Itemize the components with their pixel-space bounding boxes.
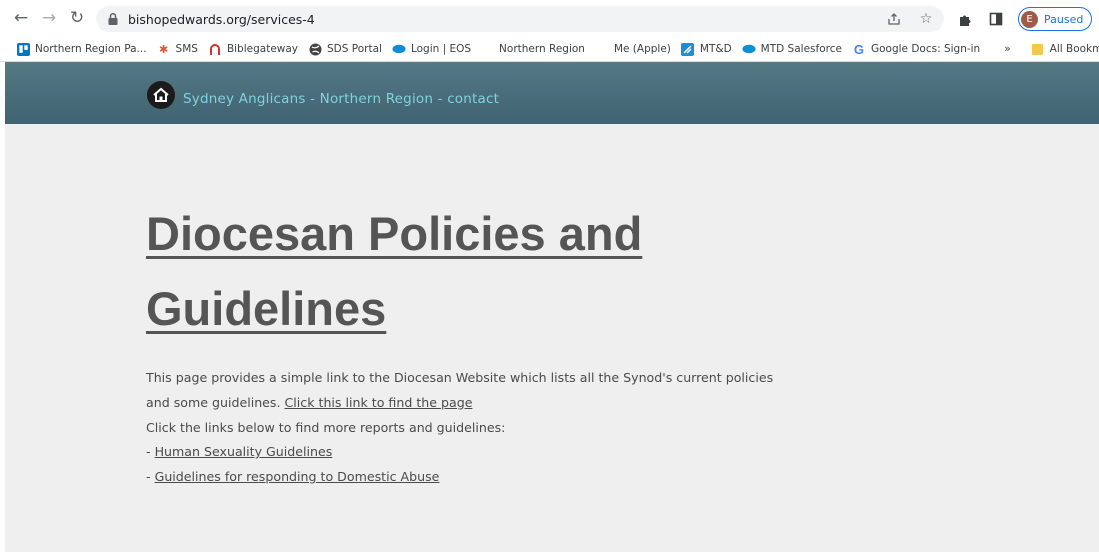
main-content: Diocesan Policies and Guidelines This pa… [5,124,1099,552]
back-icon[interactable]: ← [8,5,34,31]
globe-icon [308,42,322,56]
url-text[interactable]: bishopedwards.org/services-4 [128,12,315,27]
bookmark-sms[interactable]: ✱ SMS [157,42,198,56]
page-title-line-1: Diocesan Policies and [146,207,643,260]
site-header: Sydney Anglicans - Northern Region - con… [5,62,1099,124]
bookmark-login-eos[interactable]: Login | EOS [392,42,471,56]
all-bookmarks-button[interactable]: All Bookmarks [1031,42,1099,56]
biblegateway-icon [208,42,222,56]
nav-contact-link[interactable]: - contact [438,91,499,107]
sms-icon: ✱ [158,42,169,56]
bookmark-label: SDS Portal [327,43,382,55]
bookmark-label: Me (Apple) [613,43,671,55]
bookmark-northern-region-pa[interactable]: Northern Region Pa... [16,42,147,56]
list-item: - Human Sexuality Guidelines [146,440,796,465]
list-item: - Guidelines for responding to Domestic … [146,465,796,490]
list-dash: - [146,444,155,460]
bookmark-label: Google Docs: Sign-in [870,43,981,55]
overflow-label: » [1004,43,1011,55]
list-dash: - [146,469,155,485]
lock-icon[interactable] [106,12,120,26]
bookmark-label: Northern Region [499,43,585,55]
bookmarks-bar: Northern Region Pa... ✱ SMS Biblegateway… [0,37,1099,62]
google-icon: G [853,41,865,57]
bookmark-mtd-salesforce[interactable]: MTD Salesforce [742,42,842,56]
browser-toolbar: ← → ↻ bishopedwards.org/services-4 ☆ E P… [0,0,1099,37]
side-panel-icon[interactable] [986,9,1006,29]
folder-icon [1031,42,1045,56]
page-body: This page provides a simple link to the … [146,366,796,490]
bookmarks-overflow-button[interactable]: » [1004,43,1010,55]
profile-status: Paused [1044,12,1084,26]
intro-line-1: This page provides a simple link to the … [146,370,774,385]
trello-icon [16,42,30,56]
bookmark-mtd[interactable]: MT&D [681,42,732,56]
intro-line-2-text: and some guidelines. [146,394,285,410]
bookmark-label: All Bookmarks [1049,43,1099,55]
page-title-line-2: Guidelines [146,282,387,335]
salesforce-icon [742,42,756,56]
reload-icon[interactable]: ↻ [64,5,90,31]
share-icon[interactable] [884,9,904,29]
profile-chip[interactable]: E Paused [1018,7,1093,31]
apple-icon [595,42,609,56]
domestic-abuse-guidelines-link[interactable]: Guidelines for responding to Domestic Ab… [155,469,440,484]
bookmark-label: SMS [175,43,198,55]
bookmark-me-apple[interactable]: Me (Apple) [595,42,671,56]
brand-link[interactable]: Sydney Anglicans - Northern Region [183,91,433,107]
intro-line-2: and some guidelines. Click this link to … [146,391,796,416]
bookmark-sds-portal[interactable]: SDS Portal [308,42,382,56]
bookmark-label: Login | EOS [410,43,472,55]
forward-icon[interactable]: → [36,5,62,31]
home-icon[interactable] [147,81,175,109]
bookmark-google-docs[interactable]: G Google Docs: Sign-in [852,41,981,57]
site-brand: Sydney Anglicans - Northern Region - con… [183,91,499,107]
star-icon[interactable]: ☆ [916,9,936,29]
salesforce-icon [392,42,406,56]
bookmark-label: Biblegateway [226,43,299,55]
extensions-icon[interactable] [954,9,974,29]
bookmark-label: MT&D [699,43,732,55]
diocesan-website-link[interactable]: Click this link to find the page [285,395,473,410]
page-title[interactable]: Diocesan Policies and Guidelines [146,196,706,346]
bookmark-label: Northern Region Pa... [35,43,147,55]
toolbar-right: E Paused ⋮ [954,7,1099,31]
human-sexuality-guidelines-link[interactable]: Human Sexuality Guidelines [155,444,333,459]
links-intro: Click the links below to find more repor… [146,419,506,435]
mtd-icon [681,42,695,56]
bookmark-label: MTD Salesforce [760,43,842,55]
avatar: E [1021,10,1038,28]
address-bar[interactable]: bishopedwards.org/services-4 ☆ [96,6,944,32]
bookmark-northern-region[interactable]: Northern Region [499,43,585,55]
bookmark-biblegateway[interactable]: Biblegateway [208,42,298,56]
